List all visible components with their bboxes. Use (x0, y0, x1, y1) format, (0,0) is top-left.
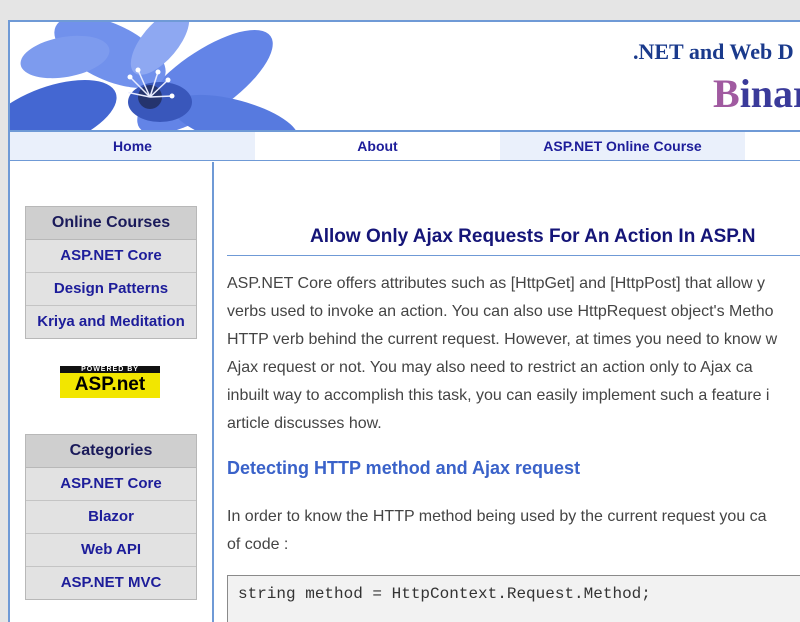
main-nav: Home About ASP.NET Online Course K (10, 132, 800, 161)
intro-line: HTTP verb behind the current request. Ho… (227, 331, 778, 348)
paragraph-line: of code : (227, 536, 289, 553)
intro-line: Ajax request or not. You may also need t… (227, 359, 753, 376)
nav-home[interactable]: Home (10, 132, 255, 160)
intro-line: inbuilt way to accomplish this task, you… (227, 387, 770, 404)
intro-paragraph: ASP.NET Core offers attributes such as [… (227, 270, 800, 438)
online-courses-box: Online Courses ASP.NET Core Design Patte… (25, 206, 197, 339)
page: .NET and Web D Binar Home About ASP.NET … (8, 20, 800, 622)
categories-box: Categories ASP.NET Core Blazor Web API A… (25, 434, 197, 600)
code-block: string method = HttpContext.Request.Meth… (227, 575, 800, 622)
nav-item-k[interactable]: K (745, 132, 800, 160)
badge-mark: ASP.net (74, 374, 146, 395)
article-title: Allow Only Ajax Requests For An Action I… (310, 226, 756, 247)
category-link-aspnet-mvc[interactable]: ASP.NET MVC (26, 567, 196, 599)
course-link-aspnet-core[interactable]: ASP.NET Core (26, 240, 196, 273)
blue-flower-image (10, 22, 300, 132)
site-tagline: .NET and Web D (633, 39, 794, 64)
site-brand: Binar (713, 70, 800, 117)
categories-heading: Categories (26, 435, 196, 468)
nav-online-course[interactable]: ASP.NET Online Course (500, 132, 745, 160)
nav-about[interactable]: About (255, 132, 500, 160)
course-link-design-patterns[interactable]: Design Patterns (26, 273, 196, 306)
code-line: string method = HttpContext.Request.Meth… (238, 585, 651, 603)
brand-initial: B (713, 71, 740, 116)
section-paragraph: In order to know the HTTP method being u… (227, 503, 800, 559)
paragraph-line: In order to know the HTTP method being u… (227, 508, 767, 525)
powered-by-aspnet-badge[interactable]: POWERED BY ASP.net (60, 366, 160, 398)
brand-rest: inar (739, 71, 800, 116)
course-link-kriya[interactable]: Kriya and Meditation (26, 306, 196, 338)
title-divider (227, 255, 800, 256)
online-courses-heading: Online Courses (26, 207, 196, 240)
intro-line: ASP.NET Core offers attributes such as [… (227, 275, 766, 292)
category-link-web-api[interactable]: Web API (26, 534, 196, 567)
section-heading: Detecting HTTP method and Ajax request (227, 458, 581, 478)
category-link-aspnet-core[interactable]: ASP.NET Core (26, 468, 196, 501)
intro-line: article discusses how. (227, 415, 382, 432)
site-banner: .NET and Web D Binar (10, 22, 800, 132)
badge-top-text: POWERED BY (60, 366, 160, 373)
sidebar: Online Courses ASP.NET Core Design Patte… (10, 162, 214, 622)
intro-line: verbs used to invoke an action. You can … (227, 303, 774, 320)
category-link-blazor[interactable]: Blazor (26, 501, 196, 534)
